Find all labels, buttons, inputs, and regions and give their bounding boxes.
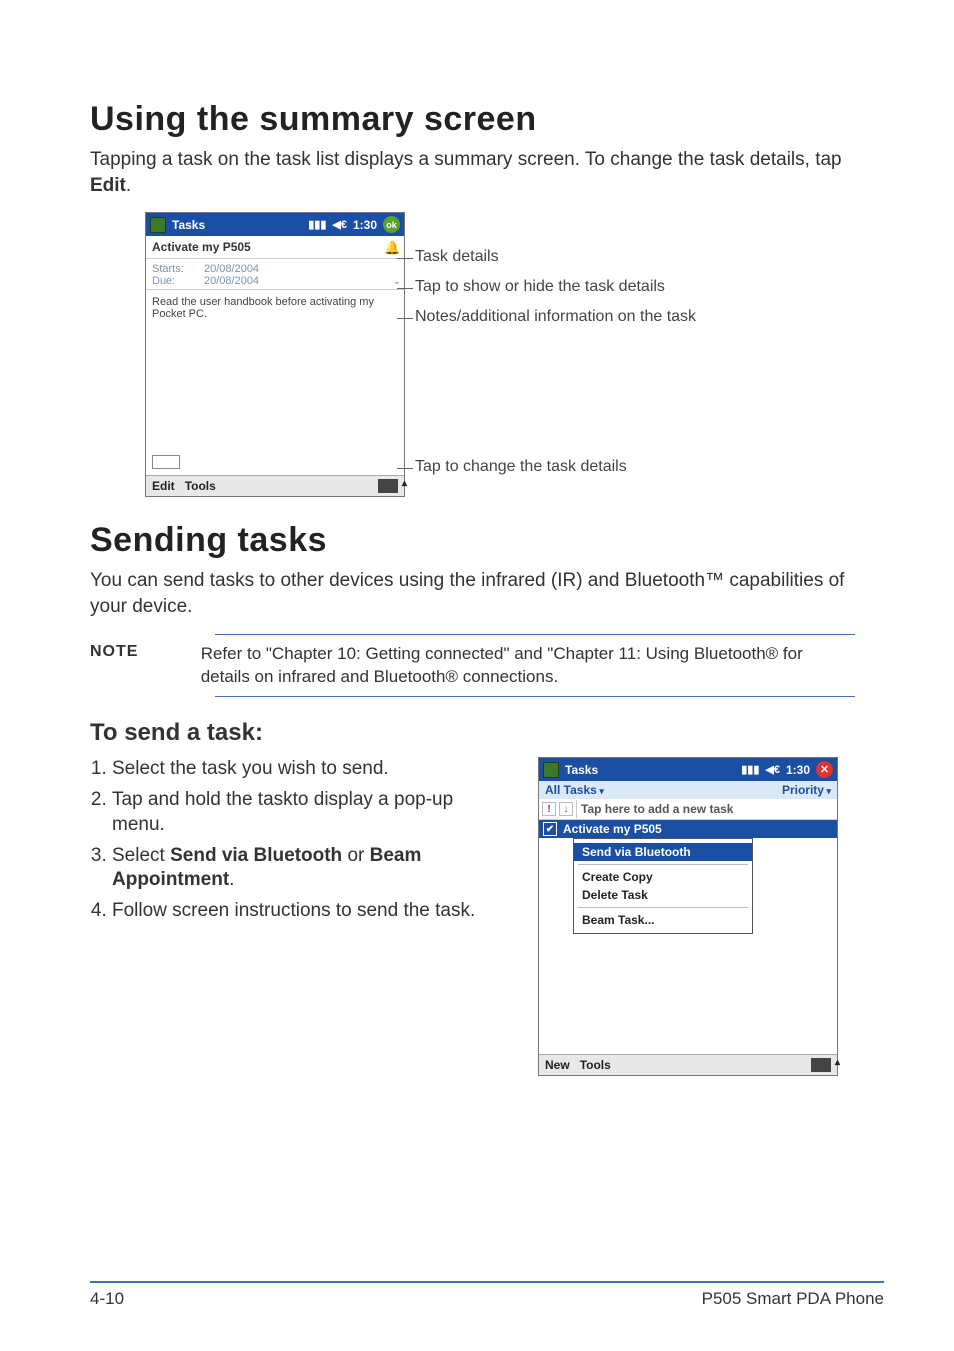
step-3-pre: Select: [112, 845, 170, 866]
menu-send-bluetooth[interactable]: Send via Bluetooth: [574, 843, 752, 861]
task-checkbox[interactable]: ✔: [543, 822, 557, 836]
bottom-bar-b: New Tools: [539, 1054, 837, 1075]
add-task-row[interactable]: ! ↓ Tap here to add a new task: [539, 799, 837, 820]
menu-edit[interactable]: Edit: [152, 479, 175, 493]
menu-tools[interactable]: Tools: [185, 479, 216, 493]
callouts: Task details Tap to show or hide the tas…: [415, 212, 696, 488]
notes-text: Read the user handbook before activating…: [152, 296, 398, 320]
starts-value: 20/08/2004: [204, 263, 259, 275]
details-block: Starts: 20/08/2004 Due: 20/08/2004 ⌄: [146, 259, 404, 290]
task-list-area: [539, 934, 837, 1054]
summary-intro: Tapping a task on the task list displays…: [90, 147, 884, 198]
footer-page-num: 4-10: [90, 1289, 124, 1309]
summary-intro-text: Tapping a task on the task list displays…: [90, 149, 842, 170]
page-footer: 4-10 P505 Smart PDA Phone: [90, 1281, 884, 1309]
step-3-post: .: [229, 869, 234, 890]
start-icon-b[interactable]: [543, 762, 559, 778]
heading-send-task: To send a task:: [90, 719, 884, 747]
filter-bar: All Tasks Priority: [539, 781, 837, 799]
app-title: Tasks: [172, 218, 205, 232]
task-title: Activate my P505: [152, 240, 251, 254]
clock: 1:30: [353, 218, 377, 232]
step-3-mid: or: [342, 845, 369, 866]
due-col-icon: ↓: [559, 802, 573, 816]
summary-intro-edit: Edit: [90, 175, 126, 196]
step-4: Follow screen instructions to send the t…: [112, 899, 510, 924]
task-title-row: Activate my P505 🔔: [146, 236, 404, 259]
summary-intro-post: .: [126, 175, 131, 196]
keyboard-icon-b[interactable]: [811, 1058, 831, 1072]
sound-icon: ◀€: [332, 218, 347, 231]
close-button[interactable]: ✕: [816, 761, 833, 778]
bottom-bar: Edit Tools: [146, 475, 404, 496]
step-3-b1: Send via Bluetooth: [170, 845, 342, 866]
mini-input[interactable]: [152, 455, 180, 469]
menu-beam-task[interactable]: Beam Task...: [574, 911, 752, 929]
note-text: Refer to "Chapter 10: Getting connected"…: [201, 643, 849, 689]
filter-priority[interactable]: Priority: [782, 783, 831, 797]
titlebar: Tasks ▮▮▮ ◀€ 1:30 ok: [146, 213, 404, 236]
add-task-hint[interactable]: Tap here to add a new task: [576, 800, 737, 818]
starts-label: Starts:: [152, 263, 194, 275]
context-menu: Send via Bluetooth Create Copy Delete Ta…: [573, 838, 753, 934]
heading-sending: Sending tasks: [90, 521, 884, 560]
selected-task-name: Activate my P505: [563, 822, 662, 836]
step-3: Select Send via Bluetooth or Beam Appoin…: [112, 844, 510, 893]
callout-change: Tap to change the task details: [415, 458, 696, 476]
reminder-icon: 🔔: [384, 240, 398, 254]
figure-summary: Tasks ▮▮▮ ◀€ 1:30 ok Activate my P505 🔔 …: [145, 212, 884, 497]
steps: Select the task you wish to send. Tap an…: [90, 757, 510, 929]
menu-tools-b[interactable]: Tools: [580, 1058, 611, 1072]
menu-new[interactable]: New: [545, 1058, 570, 1072]
menu-delete-task[interactable]: Delete Task: [574, 886, 752, 904]
start-icon[interactable]: [150, 217, 166, 233]
sending-intro: You can send tasks to other devices usin…: [90, 568, 884, 619]
titlebar-b: Tasks ▮▮▮ ◀€ 1:30 ✕: [539, 758, 837, 781]
clock-b: 1:30: [786, 763, 810, 777]
menu-create-copy[interactable]: Create Copy: [574, 868, 752, 886]
note-label: NOTE: [90, 643, 171, 661]
ok-button[interactable]: ok: [383, 216, 400, 233]
step-1: Select the task you wish to send.: [112, 757, 510, 782]
keyboard-icon[interactable]: [378, 479, 398, 493]
due-label: Due:: [152, 275, 194, 287]
callout-notes: Notes/additional information on the task: [415, 308, 696, 326]
due-value: 20/08/2004: [204, 275, 259, 287]
send-row: Select the task you wish to send. Tap an…: [90, 757, 884, 1076]
pda-send-window: Tasks ▮▮▮ ◀€ 1:30 ✕ All Tasks Priority !…: [538, 757, 838, 1076]
note-block: NOTE Refer to "Chapter 10: Getting conne…: [215, 634, 855, 698]
callout-show-hide: Tap to show or hide the task details: [415, 278, 696, 296]
signal-icon: ▮▮▮: [308, 218, 326, 231]
heading-summary: Using the summary screen: [90, 100, 884, 139]
sound-icon-b: ◀€: [765, 763, 780, 776]
signal-icon-b: ▮▮▮: [741, 763, 759, 776]
filter-all-tasks[interactable]: All Tasks: [545, 783, 604, 797]
footer-doc-title: P505 Smart PDA Phone: [702, 1289, 884, 1309]
app-title-b: Tasks: [565, 763, 598, 777]
notes-block: Read the user handbook before activating…: [146, 290, 404, 475]
pda-summary-window: Tasks ▮▮▮ ◀€ 1:30 ok Activate my P505 🔔 …: [145, 212, 405, 497]
callout-task-details: Task details: [415, 248, 696, 266]
step-2: Tap and hold the taskto display a pop-up…: [112, 788, 510, 837]
priority-col-icon: !: [542, 802, 556, 816]
expand-handle[interactable]: ⌄: [393, 276, 401, 287]
selected-task-row[interactable]: ✔ Activate my P505: [539, 820, 837, 838]
